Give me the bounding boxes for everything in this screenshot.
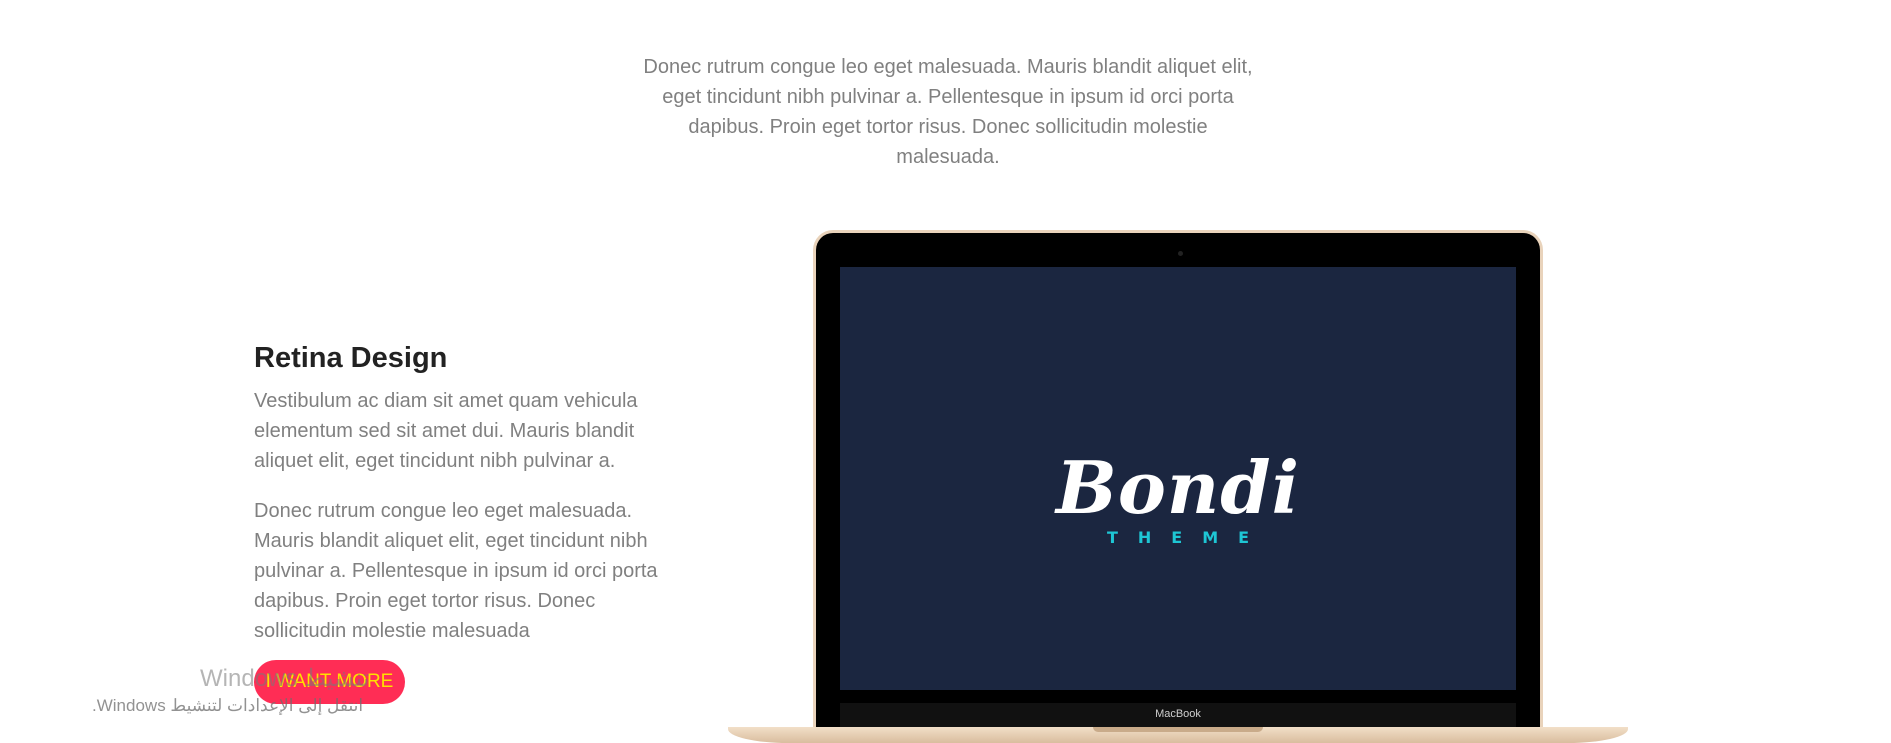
laptop-image: Bondi THEME MacBook <box>728 230 1628 743</box>
brand-logo: Bondi THEME <box>840 445 1516 548</box>
intro-text: Donec rutrum congue leo eget malesuada. … <box>643 56 1253 168</box>
macbook-label: MacBook <box>1155 708 1201 720</box>
camera-icon <box>1178 251 1183 256</box>
feature-paragraph-2: Donec rutrum congue leo eget malesuada. … <box>254 500 658 642</box>
logo-subtext: THEME <box>1106 528 1270 547</box>
want-more-button[interactable]: I WANT MORE <box>254 660 405 704</box>
laptop-screen: Bondi THEME <box>840 267 1516 690</box>
feature-section: Retina Design Vestibulum ac diam sit ame… <box>254 340 674 666</box>
page: Donec rutrum congue leo eget malesuada. … <box>0 0 1891 743</box>
logo-script-text: Bondi <box>1056 445 1300 530</box>
laptop-notch <box>1093 727 1263 732</box>
feature-paragraph-1: Vestibulum ac diam sit amet quam vehicul… <box>254 390 638 472</box>
laptop-lid: Bondi THEME MacBook <box>813 230 1543 735</box>
feature-title: Retina Design <box>254 342 448 374</box>
